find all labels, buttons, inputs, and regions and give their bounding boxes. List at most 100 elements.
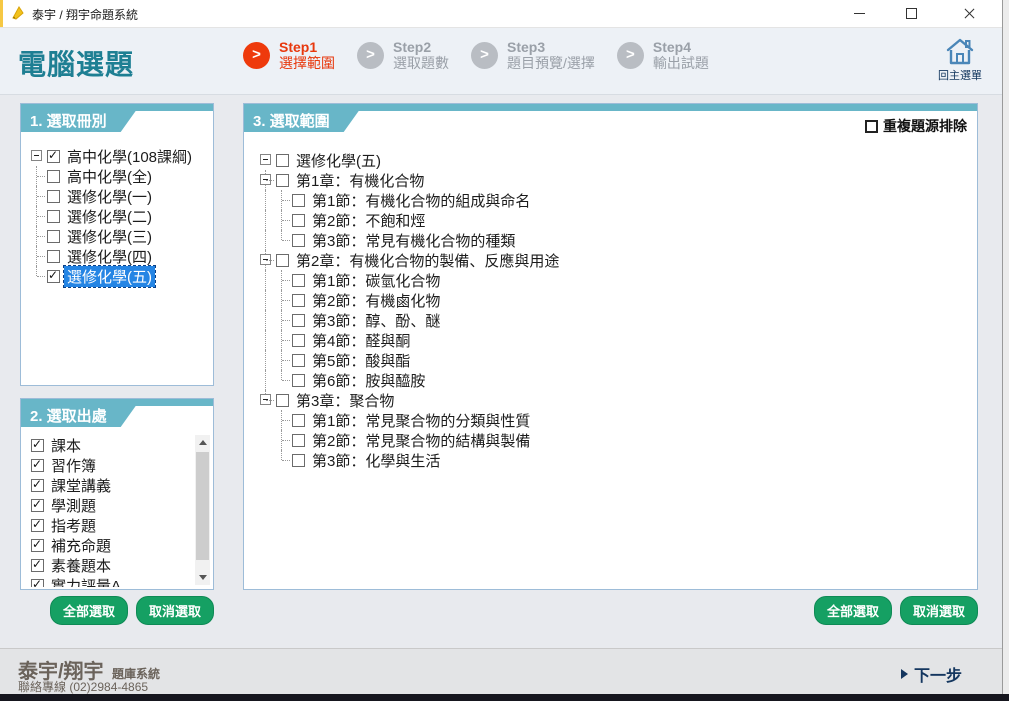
tree-connector xyxy=(274,190,290,210)
tree-checkbox[interactable] xyxy=(292,194,305,207)
tree-checkbox[interactable] xyxy=(292,354,305,367)
window-title: 泰宇 / 翔宇命題系統 xyxy=(32,6,138,23)
step-3[interactable]: > Step3題目預覽/選擇 xyxy=(471,39,595,71)
source-item[interactable]: 補充命題 xyxy=(29,535,191,555)
step-2[interactable]: > Step2選取題數 xyxy=(357,39,449,71)
step-1-sublabel: 選擇範圍 xyxy=(279,55,335,71)
tree-checkbox[interactable] xyxy=(276,394,289,407)
source-item[interactable]: 實力評量A xyxy=(29,575,191,587)
tree-checkbox[interactable] xyxy=(47,150,60,163)
scroll-up-icon[interactable] xyxy=(195,435,210,450)
tree-checkbox[interactable] xyxy=(292,414,305,427)
collapse-minus-icon[interactable] xyxy=(31,150,42,161)
tree-item-label[interactable]: 第1節：有機化合物的組成與命名 xyxy=(309,190,533,211)
tree-item-label[interactable]: 高中化學(108課綱) xyxy=(64,146,195,167)
source-checkbox[interactable] xyxy=(31,439,44,452)
step-4[interactable]: > Step4輸出試題 xyxy=(617,39,709,71)
tree-connector xyxy=(258,430,274,450)
source-checkbox[interactable] xyxy=(31,459,44,472)
source-checkbox[interactable] xyxy=(31,559,44,572)
home-button[interactable]: 回主選單 xyxy=(932,36,988,83)
tree-checkbox[interactable] xyxy=(47,210,60,223)
tree-item-label[interactable]: 選修化學(五) xyxy=(293,150,384,171)
tree-item-label[interactable]: 第1節：常見聚合物的分類與性質 xyxy=(309,410,533,431)
tree-checkbox[interactable] xyxy=(47,170,60,183)
tree-item-label[interactable]: 第2節：不飽和烴 xyxy=(309,210,428,231)
tree-item-label[interactable]: 選修化學(二) xyxy=(64,206,155,227)
source-item[interactable]: 素養題本 xyxy=(29,555,191,575)
tree-item-label[interactable]: 第4節：醛與酮 xyxy=(309,330,413,351)
tree-checkbox[interactable] xyxy=(47,230,60,243)
tree-checkbox[interactable] xyxy=(292,294,305,307)
deselect-scope-button[interactable]: 取消選取 xyxy=(900,596,978,625)
tree-item-label[interactable]: 選修化學(四) xyxy=(64,246,155,267)
collapse-minus-icon[interactable] xyxy=(260,174,271,185)
tree-row: 選修化學(四) xyxy=(29,246,209,266)
collapse-minus-icon[interactable] xyxy=(260,254,271,265)
select-all-scope-button[interactable]: 全部選取 xyxy=(814,596,892,625)
source-item[interactable]: 指考題 xyxy=(29,515,191,535)
tree-checkbox[interactable] xyxy=(276,154,289,167)
minimize-icon xyxy=(854,13,865,14)
tree-checkbox[interactable] xyxy=(276,174,289,187)
source-checkbox[interactable] xyxy=(31,519,44,532)
tree-item-label[interactable]: 第1節：碳氫化合物 xyxy=(309,270,443,291)
source-item[interactable]: 課本 xyxy=(29,435,191,455)
tree-item-label[interactable]: 選修化學(五) xyxy=(64,266,155,287)
collapse-minus-icon[interactable] xyxy=(260,154,271,165)
scrollbar-thumb[interactable] xyxy=(196,452,209,560)
tree-checkbox[interactable] xyxy=(292,374,305,387)
tree-item-label[interactable]: 第5節：酸與酯 xyxy=(309,350,413,371)
source-item[interactable]: 習作簿 xyxy=(29,455,191,475)
tree-checkbox[interactable] xyxy=(292,334,305,347)
tree-item-label[interactable]: 第1章：有機化合物 xyxy=(293,170,427,191)
tree-item-label[interactable]: 第3節：常見有機化合物的種類 xyxy=(309,230,518,251)
tree-item-label[interactable]: 第3節：醇、酚、醚 xyxy=(309,310,443,331)
tree-checkbox[interactable] xyxy=(47,270,60,283)
dedupe-checkbox[interactable] xyxy=(865,120,878,133)
tree-item-label[interactable]: 選修化學(三) xyxy=(64,226,155,247)
source-scrollbar[interactable] xyxy=(195,435,210,585)
tree-item-label[interactable]: 第2章：有機化合物的製備、反應與用途 xyxy=(293,250,562,271)
tree-item-label[interactable]: 第3章：聚合物 xyxy=(293,390,397,411)
tree-item-label[interactable]: 第2節：有機鹵化物 xyxy=(309,290,443,311)
tree-item-label[interactable]: 第6節：胺與醯胺 xyxy=(309,370,428,391)
tree-checkbox[interactable] xyxy=(47,250,60,263)
maximize-button[interactable] xyxy=(889,0,934,27)
source-item-label: 素養題本 xyxy=(48,555,114,576)
tree-row: 第2節：有機鹵化物 xyxy=(258,290,973,310)
minimize-button[interactable] xyxy=(837,0,882,27)
tree-checkbox[interactable] xyxy=(292,434,305,447)
collapse-minus-icon[interactable] xyxy=(260,394,271,405)
tree-checkbox[interactable] xyxy=(47,190,60,203)
source-checkbox[interactable] xyxy=(31,479,44,492)
tree-checkbox[interactable] xyxy=(292,454,305,467)
deselect-sources-button[interactable]: 取消選取 xyxy=(136,596,214,625)
tree-checkbox[interactable] xyxy=(276,254,289,267)
source-item[interactable]: 課堂講義 xyxy=(29,475,191,495)
source-item[interactable]: 學測題 xyxy=(29,495,191,515)
tree-item-label[interactable]: 第3節：化學與生活 xyxy=(309,450,443,471)
dedupe-checkbox-row[interactable]: 重複題源排除 xyxy=(865,116,967,136)
tree-connector xyxy=(29,186,45,206)
tree-checkbox[interactable] xyxy=(292,274,305,287)
tree-item-label[interactable]: 選修化學(一) xyxy=(64,186,155,207)
tree-connector xyxy=(274,270,290,290)
source-checkbox[interactable] xyxy=(31,499,44,512)
close-button[interactable] xyxy=(947,0,992,27)
tree-item-label[interactable]: 高中化學(全) xyxy=(64,166,155,187)
tree-connector xyxy=(258,210,274,230)
tree-checkbox[interactable] xyxy=(292,234,305,247)
window-edge-accent xyxy=(0,0,3,27)
scroll-down-icon[interactable] xyxy=(195,570,210,585)
source-checkbox[interactable] xyxy=(31,539,44,552)
tree-checkbox[interactable] xyxy=(292,314,305,327)
dedupe-label: 重複題源排除 xyxy=(883,116,967,136)
tree-checkbox[interactable] xyxy=(292,214,305,227)
select-all-sources-button[interactable]: 全部選取 xyxy=(50,596,128,625)
step-1[interactable]: > Step1選擇範圍 xyxy=(243,39,335,71)
next-step-button[interactable]: 下一步 xyxy=(901,662,962,686)
source-checkbox[interactable] xyxy=(31,579,44,588)
panel-select-scope: 3. 選取範圍 重複題源排除 選修化學(五)第1章：有機化合物第1節：有機化合物… xyxy=(243,103,978,590)
tree-item-label[interactable]: 第2節：常見聚合物的結構與製備 xyxy=(309,430,533,451)
